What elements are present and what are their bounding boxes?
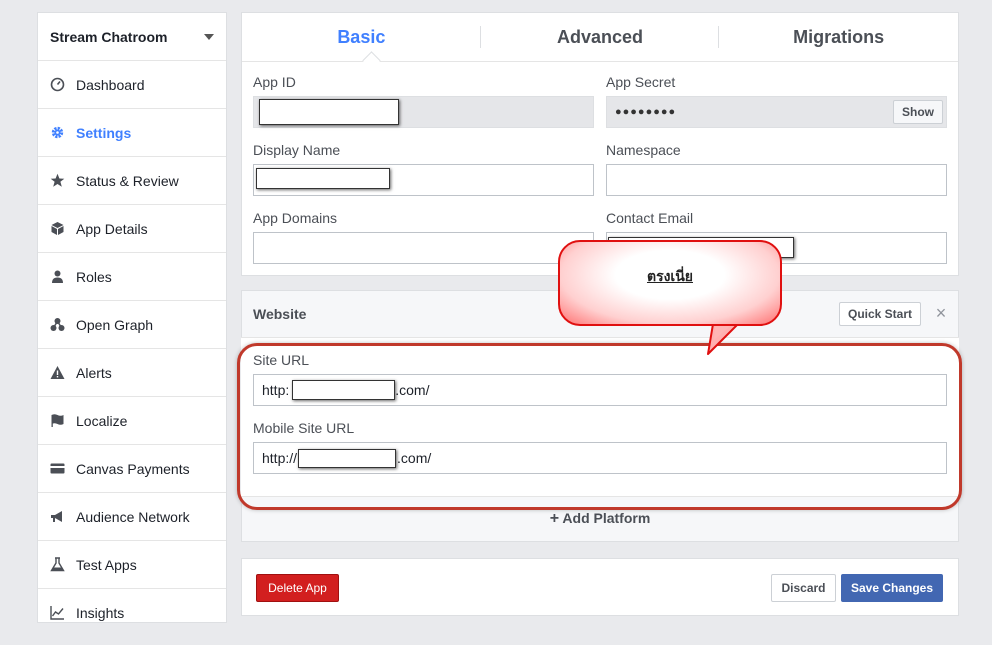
sidebar-item-audience-network[interactable]: Audience Network [38,493,226,541]
sidebar-item-label: Roles [76,268,112,285]
contact-email-label: Contact Email [606,210,694,226]
app-secret-value: ●●●●●●●● [615,106,677,118]
sidebar-item-label: Canvas Payments [76,460,190,477]
add-platform-button[interactable]: + Add Platform [241,510,959,528]
graph-icon [50,317,65,332]
flask-icon [50,557,65,572]
app-domains-label: App Domains [253,210,338,226]
display-name-label: Display Name [253,142,341,158]
app-id-label: App ID [253,74,296,90]
callout-bubble: ตรงเนี่ย [558,240,782,326]
person-icon [50,269,65,284]
sidebar-item-alerts[interactable]: Alerts [38,349,226,397]
gear-icon [50,125,65,140]
sidebar-item-open-graph[interactable]: Open Graph [38,301,226,349]
dashboard-icon [50,77,65,92]
namespace-label: Namespace [606,142,681,158]
namespace-field[interactable] [606,164,947,196]
sidebar-item-insights[interactable]: Insights [38,589,226,636]
sidebar-item-label: Audience Network [76,508,190,525]
sidebar-item-test-apps[interactable]: Test Apps [38,541,226,589]
website-section-title: Website [253,306,307,322]
app-secret-label: App Secret [606,74,676,90]
flag-icon [50,413,65,428]
sidebar-item-label: Localize [76,412,128,429]
site-url-suffix: .com/ [395,382,430,398]
sidebar-item-localize[interactable]: Localize [38,397,226,445]
settings-tabs: Basic Advanced Migrations [242,13,958,70]
sidebar-item-settings[interactable]: Settings [38,109,226,157]
site-url-prefix: http: [262,382,290,398]
sidebar-item-label: App Details [76,220,148,237]
redaction-box [256,168,390,189]
callout-text: ตรงเนี่ย [646,268,693,284]
sidebar-item-label: Dashboard [76,76,145,93]
sidebar-item-canvas-payments[interactable]: Canvas Payments [38,445,226,493]
mobile-url-suffix: .com/ [397,450,432,466]
chevron-down-icon[interactable] [204,33,214,40]
mobile-url-prefix: http:// [262,450,298,466]
sidebar-item-label: Status & Review [76,172,179,189]
save-changes-button[interactable]: Save Changes [841,574,943,602]
megaphone-icon [50,509,65,524]
sidebar-item-label: Test Apps [76,556,137,573]
app-domains-field[interactable] [253,232,594,264]
sidebar-nav: Stream Chatroom Dashboard Settings Statu… [37,12,227,623]
close-icon[interactable]: × [933,302,949,324]
app-name: Stream Chatroom [50,28,168,45]
quick-start-button[interactable]: Quick Start [839,302,921,326]
plus-icon: + [549,510,560,527]
redaction-box [292,380,395,400]
tab-advanced[interactable]: Advanced [481,13,720,61]
add-platform-label: Add Platform [562,510,651,526]
sidebar-item-label: Insights [76,604,125,621]
sidebar-item-label: Settings [76,124,132,141]
sidebar-item-label: Open Graph [76,316,154,333]
sidebar-item-app-details[interactable]: App Details [38,205,226,253]
show-secret-button[interactable]: Show [893,100,943,124]
warning-icon [50,365,65,380]
delete-app-button[interactable]: Delete App [256,574,339,602]
redaction-box [259,99,399,125]
chart-icon [50,605,65,620]
card-icon [50,461,65,476]
tab-basic[interactable]: Basic [242,13,481,61]
sidebar-item-dashboard[interactable]: Dashboard [38,61,226,109]
box-icon [50,221,65,236]
site-url-label: Site URL [253,352,310,368]
app-selector[interactable]: Stream Chatroom [38,13,226,61]
sidebar-item-roles[interactable]: Roles [38,253,226,301]
star-icon [50,173,65,188]
sidebar-item-label: Alerts [76,364,112,381]
sidebar-item-status-review[interactable]: Status & Review [38,157,226,205]
redaction-box [298,449,396,468]
tab-migrations[interactable]: Migrations [719,13,958,61]
mobile-site-url-label: Mobile Site URL [253,420,355,436]
discard-button[interactable]: Discard [771,574,836,602]
